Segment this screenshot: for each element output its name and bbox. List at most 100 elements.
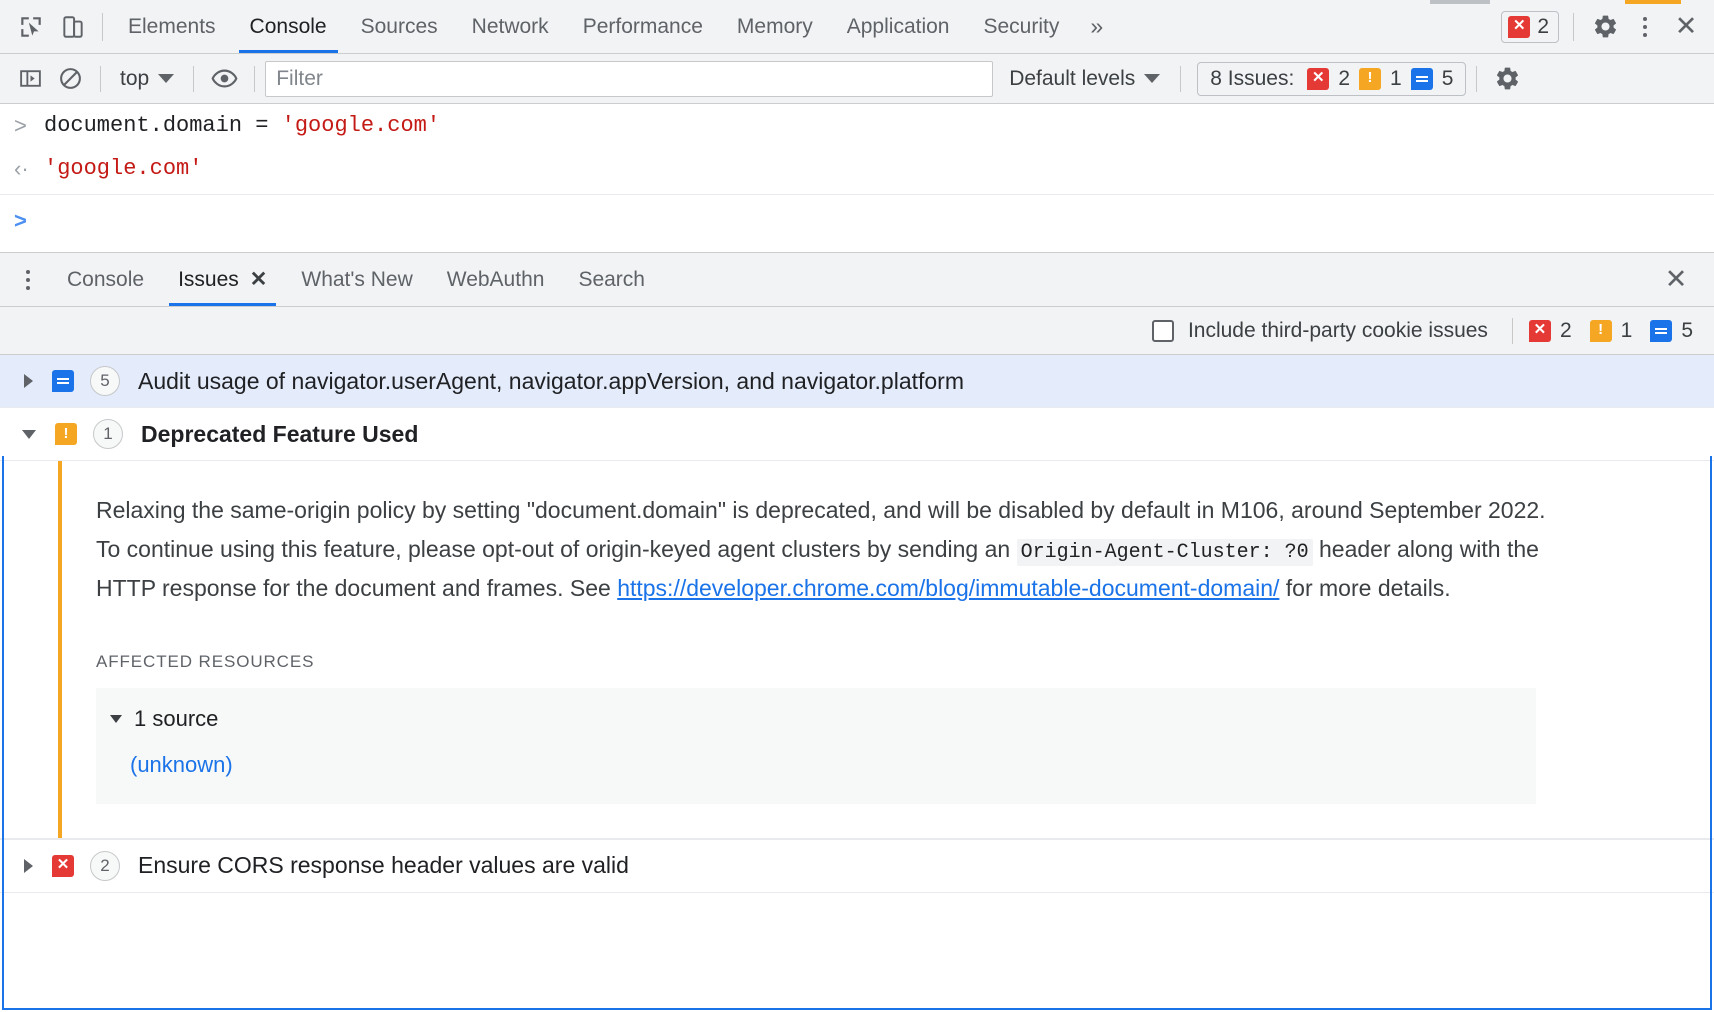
tab-sources[interactable]: Sources: [344, 0, 455, 53]
tab-network[interactable]: Network: [455, 0, 566, 53]
issue-count-badge: 5: [90, 366, 120, 396]
filter-divider-4: [1180, 66, 1181, 92]
console-sidebar-icon[interactable]: [10, 60, 50, 98]
console-settings-gear-icon[interactable]: [1487, 60, 1527, 98]
drawer-close-icon[interactable]: ✕: [1650, 258, 1702, 302]
tab-elements[interactable]: Elements: [111, 0, 233, 53]
issue-row-audit-navigator[interactable]: 5 Audit usage of navigator.userAgent, na…: [0, 355, 1714, 408]
log-levels-label: Default levels: [1009, 67, 1135, 91]
close-icon[interactable]: ✕: [250, 269, 268, 290]
issues-toolbar-info-count: 5: [1681, 319, 1693, 343]
third-party-cookie-checkbox[interactable]: Include third-party cookie issues: [1144, 315, 1496, 347]
chevron-down-icon[interactable]: [22, 430, 36, 439]
chevron-down-icon: [158, 74, 174, 83]
issue-count-badge: 1: [93, 419, 123, 449]
console-prompt-row[interactable]: >: [0, 195, 1714, 242]
scrollbar-hint: [1430, 0, 1490, 4]
issue-doc-link[interactable]: https://developer.chrome.com/blog/immuta…: [617, 575, 1279, 601]
drawer-kebab-menu-icon[interactable]: [6, 258, 50, 302]
toolbar-divider: [102, 13, 103, 41]
drawer-tab-whats-new[interactable]: What's New: [284, 253, 429, 306]
chevron-right-icon[interactable]: [24, 374, 33, 388]
info-badge-icon: [1650, 320, 1672, 342]
live-expression-icon[interactable]: [204, 60, 244, 98]
issues-warning-count: 1: [1390, 67, 1402, 91]
issue-row-cors-header[interactable]: ✕ 2 Ensure CORS response header values a…: [0, 839, 1714, 893]
info-badge-icon: [52, 370, 74, 392]
tab-security[interactable]: Security: [966, 0, 1076, 53]
toolbar-right-group: ✕ 2 ✕: [1501, 6, 1708, 48]
issues-counts: ✕ 2 ! 1 5: [1529, 319, 1702, 343]
console-result-row[interactable]: ‹· 'google.com': [0, 147, 1714, 195]
input-arrow-icon: >: [14, 109, 44, 142]
log-levels-selector[interactable]: Default levels: [999, 63, 1170, 95]
tab-application[interactable]: Application: [830, 0, 967, 53]
console-input-expression: document.domain =: [44, 109, 282, 142]
source-item[interactable]: (unknown): [96, 734, 1536, 778]
drawer-tab-console[interactable]: Console: [50, 253, 161, 306]
drawer-tab-search-label: Search: [578, 268, 645, 292]
more-panels-icon[interactable]: »: [1076, 0, 1117, 53]
error-badge-icon: ✕: [1508, 16, 1530, 38]
chevron-right-icon[interactable]: [24, 859, 33, 873]
execution-context-selector[interactable]: top: [111, 63, 183, 95]
sources-toggle-label: 1 source: [134, 706, 218, 732]
issues-toolbar-warning-count: 1: [1621, 319, 1633, 343]
chevron-down-icon: [1144, 74, 1160, 83]
toolbar-divider-2: [1573, 13, 1574, 41]
issues-toolbar-error-count: 2: [1560, 319, 1572, 343]
console-input-string: 'google.com': [282, 109, 440, 142]
issues-toolbar-divider: [1512, 318, 1513, 344]
clear-console-icon[interactable]: [50, 60, 90, 98]
third-party-cookie-label: Include third-party cookie issues: [1188, 319, 1488, 343]
tab-memory[interactable]: Memory: [720, 0, 830, 53]
issues-error-count: 2: [1338, 67, 1350, 91]
warning-badge-icon: !: [1359, 68, 1381, 90]
filter-divider-1: [100, 66, 101, 92]
warning-badge-icon: !: [1590, 320, 1612, 342]
error-badge-icon: ✕: [1307, 68, 1329, 90]
drawer-tab-console-label: Console: [67, 268, 144, 292]
sources-toggle[interactable]: 1 source: [96, 704, 1536, 734]
device-toolbar-icon[interactable]: [52, 6, 94, 48]
filter-divider-5: [1476, 66, 1477, 92]
console-input-row[interactable]: > document.domain = 'google.com': [0, 104, 1714, 147]
devtools-window: Elements Console Sources Network Perform…: [0, 0, 1714, 1012]
drawer-panel: Console Issues ✕ What's New WebAuthn Sea…: [0, 252, 1714, 1012]
drawer-tab-search[interactable]: Search: [561, 253, 662, 306]
error-count-label: 2: [1537, 15, 1549, 39]
main-toolbar: Elements Console Sources Network Perform…: [0, 0, 1714, 54]
affected-resources-box: 1 source (unknown): [96, 688, 1536, 804]
warning-strip-hint: [1625, 0, 1681, 4]
drawer-tab-webauthn[interactable]: WebAuthn: [430, 253, 562, 306]
issue-detail-body: Relaxing the same-origin policy by setti…: [0, 461, 1714, 839]
gear-icon[interactable]: [1584, 6, 1626, 48]
error-badge-icon: ✕: [1529, 320, 1551, 342]
filter-divider-3: [254, 66, 255, 92]
inspect-cursor-icon[interactable]: [10, 6, 52, 48]
issue-detail-content: Relaxing the same-origin policy by setti…: [62, 461, 1714, 838]
issue-description-part3: for more details.: [1279, 575, 1450, 601]
issues-count-label: 8 Issues:: [1210, 67, 1294, 91]
drawer-tab-bar: Console Issues ✕ What's New WebAuthn Sea…: [0, 253, 1714, 307]
kebab-menu-icon[interactable]: [1628, 6, 1662, 48]
issue-title: Deprecated Feature Used: [141, 421, 418, 448]
tab-performance[interactable]: Performance: [566, 0, 720, 53]
drawer-tab-webauthn-label: WebAuthn: [447, 268, 545, 292]
drawer-tab-issues[interactable]: Issues ✕: [161, 253, 284, 306]
drawer-tab-issues-label: Issues: [178, 268, 239, 292]
issue-title: Ensure CORS response header values are v…: [138, 852, 629, 879]
console-output: > document.domain = 'google.com' ‹· 'goo…: [0, 104, 1714, 252]
issue-row-deprecated-feature[interactable]: ! 1 Deprecated Feature Used: [0, 408, 1714, 461]
close-icon[interactable]: ✕: [1664, 6, 1708, 48]
issues-summary-button[interactable]: 8 Issues: ✕ 2 ! 1 5: [1197, 62, 1466, 96]
error-count-button[interactable]: ✕ 2: [1501, 11, 1559, 43]
warning-badge-icon: !: [55, 423, 77, 445]
chevron-down-icon: [110, 715, 122, 723]
search-input[interactable]: [265, 61, 993, 97]
execution-context-label: top: [120, 67, 149, 91]
issues-info-count: 5: [1442, 67, 1454, 91]
issue-description: Relaxing the same-origin policy by setti…: [96, 491, 1546, 608]
tab-console[interactable]: Console: [233, 0, 344, 53]
checkbox-icon[interactable]: [1152, 320, 1174, 342]
